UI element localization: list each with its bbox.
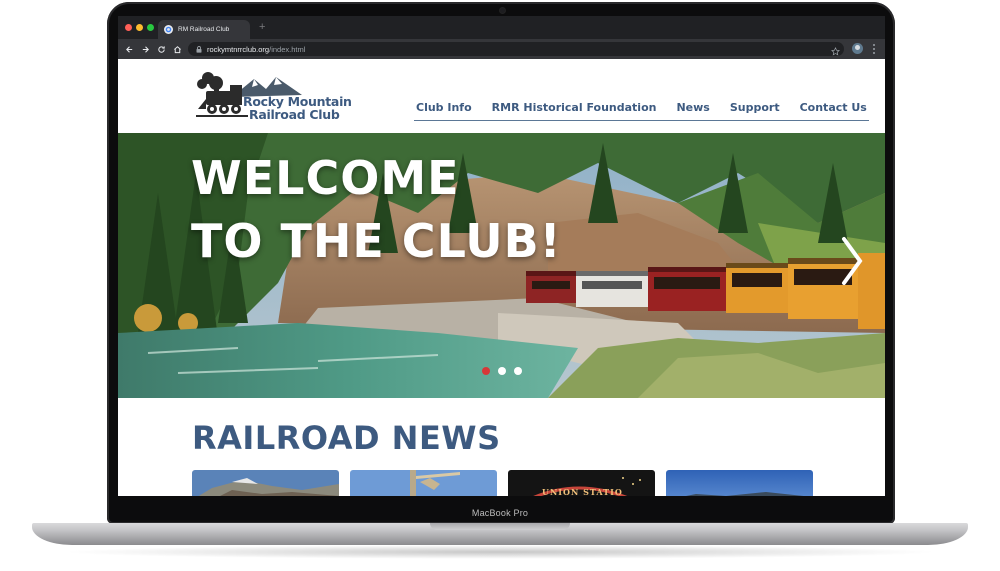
address-bar[interactable]: rockymtnrrclub.org/index.html bbox=[188, 42, 844, 56]
hero-carousel: WELCOME TO THE CLUB! bbox=[118, 133, 885, 398]
reload-icon[interactable] bbox=[155, 43, 167, 55]
laptop-notch bbox=[430, 523, 570, 530]
nav-news[interactable]: News bbox=[674, 101, 711, 120]
hero-title-line-1: WELCOME bbox=[191, 151, 460, 205]
site-header: Rocky Mountain Railroad Club Club Info R… bbox=[118, 59, 885, 133]
url-domain: rockymtnrrclub.org bbox=[207, 44, 270, 54]
nav-rmr-historical-foundation[interactable]: RMR Historical Foundation bbox=[490, 101, 659, 120]
tab-title: RM Railroad Club bbox=[178, 26, 230, 33]
forward-icon[interactable] bbox=[139, 43, 151, 55]
close-window-button[interactable] bbox=[125, 24, 132, 31]
webcam bbox=[500, 8, 505, 13]
browser-toolbar: rockymtnrrclub.org/index.html bbox=[118, 39, 885, 59]
crane-photo bbox=[350, 470, 497, 496]
lock-icon bbox=[196, 45, 202, 53]
carousel-indicators bbox=[482, 367, 522, 375]
news-card-4[interactable] bbox=[666, 470, 813, 496]
nav-support[interactable]: Support bbox=[728, 101, 782, 120]
minimize-window-button[interactable] bbox=[136, 24, 143, 31]
favicon-icon bbox=[164, 25, 173, 34]
news-card-2[interactable] bbox=[350, 470, 497, 496]
home-icon[interactable] bbox=[171, 43, 183, 55]
main-nav: Club Info RMR Historical Foundation News… bbox=[414, 101, 869, 121]
news-heading: RAILROAD NEWS bbox=[192, 419, 501, 457]
hero-title-line-2: TO THE CLUB! bbox=[191, 214, 562, 268]
url-text: rockymtnrrclub.org/index.html bbox=[207, 45, 305, 54]
sky-photo bbox=[666, 470, 813, 496]
screen: RM Railroad Club + rockymtnrrclub.org/in… bbox=[118, 16, 885, 496]
site-logo[interactable]: Rocky Mountain Railroad Club bbox=[192, 69, 352, 125]
url-path: /index.html bbox=[269, 44, 306, 54]
profile-avatar[interactable] bbox=[852, 43, 863, 54]
union-station-sign: UNION STATIO bbox=[542, 487, 623, 496]
back-icon[interactable] bbox=[123, 43, 135, 55]
logo-line-2: Railroad Club bbox=[249, 107, 340, 122]
carousel-dot-3[interactable] bbox=[514, 367, 522, 375]
device-label: MacBook Pro bbox=[471, 508, 529, 518]
website: Rocky Mountain Railroad Club Club Info R… bbox=[118, 59, 885, 496]
browser-menu-icon[interactable] bbox=[872, 44, 876, 54]
nav-contact-us[interactable]: Contact Us bbox=[798, 101, 869, 120]
news-card-3[interactable]: UNION STATIO bbox=[508, 470, 655, 496]
maximize-window-button[interactable] bbox=[147, 24, 154, 31]
laptop-shadow bbox=[60, 545, 940, 559]
carousel-dot-1[interactable] bbox=[482, 367, 490, 375]
carousel-dot-2[interactable] bbox=[498, 367, 506, 375]
browser-tab[interactable]: RM Railroad Club bbox=[158, 20, 250, 39]
new-tab-button[interactable]: + bbox=[259, 21, 265, 33]
nav-club-info[interactable]: Club Info bbox=[414, 101, 474, 120]
mountain-photo bbox=[192, 470, 339, 496]
browser-tab-bar: RM Railroad Club + bbox=[118, 16, 885, 39]
news-card-1[interactable] bbox=[192, 470, 339, 496]
carousel-next-icon[interactable] bbox=[838, 235, 866, 287]
